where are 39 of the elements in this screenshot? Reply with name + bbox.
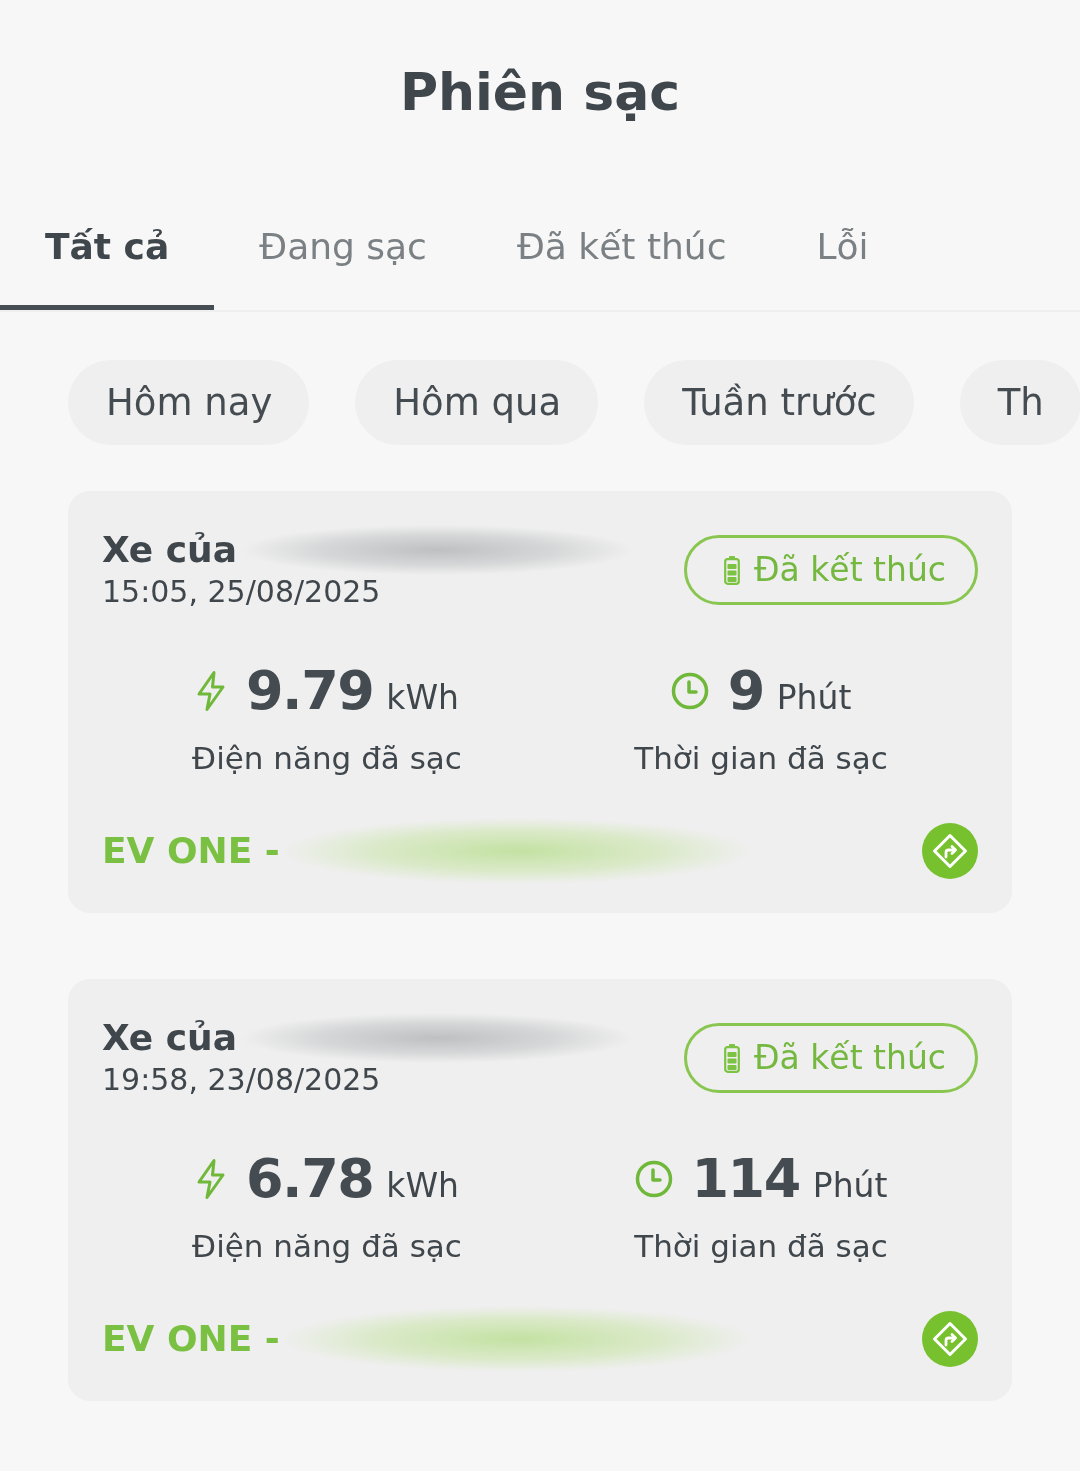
station-name: EV ONE - <box>102 829 280 873</box>
session-time: 19:58, 23/08/2025 <box>102 1061 382 1099</box>
duration-label: Thời gian đã sạc <box>634 739 888 778</box>
duration-value: 9 <box>727 658 764 724</box>
energy-unit: kWh <box>386 1166 459 1206</box>
clock-icon <box>634 1160 673 1198</box>
filter-chip[interactable]: Th <box>959 360 1080 445</box>
energy-value: 6.78 <box>246 1146 374 1212</box>
duration-unit: Phút <box>776 678 852 718</box>
directions-button[interactable] <box>922 1311 978 1367</box>
battery-icon <box>723 1043 740 1073</box>
session-card[interactable]: Xe của 15:05, 25/08/2025 Đã kết thúc 9.79 kWh Điện năng đã sạc 9 Phút Thời gian đã sạc EV ONE - <box>68 491 1012 913</box>
duration-unit: Phút <box>812 1166 888 1206</box>
tab[interactable]: Đã kết thúc <box>471 190 772 310</box>
filter-chip[interactable]: Tuần trước <box>644 360 914 445</box>
duration-label: Thời gian đã sạc <box>634 1227 888 1266</box>
status-label: Đã kết thúc <box>753 1038 946 1078</box>
energy-label: Điện năng đã sạc <box>192 739 462 778</box>
tab[interactable]: Đang sạc <box>214 190 472 310</box>
page-title: Phiên sạc <box>399 61 681 123</box>
session-card[interactable]: Xe của 19:58, 23/08/2025 Đã kết thúc 6.78 kWh Điện năng đã sạc 114 Phút Thời gian đã sạc EV ONE - <box>68 979 1012 1401</box>
energy-unit: kWh <box>386 678 459 718</box>
route-sign-icon <box>922 823 978 879</box>
session-time: 15:05, 25/08/2025 <box>102 573 382 611</box>
directions-button[interactable] <box>922 823 978 879</box>
battery-icon <box>723 555 740 585</box>
energy-label: Điện năng đã sạc <box>192 1227 462 1266</box>
filter-chip[interactable]: Hôm nay <box>68 360 310 445</box>
status-label: Đã kết thúc <box>753 550 946 590</box>
filter-chip[interactable]: Hôm qua <box>355 360 599 445</box>
clock-icon <box>670 672 709 710</box>
vehicle-label: Xe của <box>102 528 237 572</box>
tab[interactable]: Lỗi <box>771 190 914 310</box>
tab[interactable]: Tất cả <box>0 190 215 310</box>
vehicle-label: Xe của <box>102 1016 237 1060</box>
route-sign-icon <box>922 1311 978 1367</box>
energy-value: 9.79 <box>246 658 374 724</box>
station-name: EV ONE - <box>102 1317 280 1361</box>
duration-value: 114 <box>691 1146 800 1212</box>
